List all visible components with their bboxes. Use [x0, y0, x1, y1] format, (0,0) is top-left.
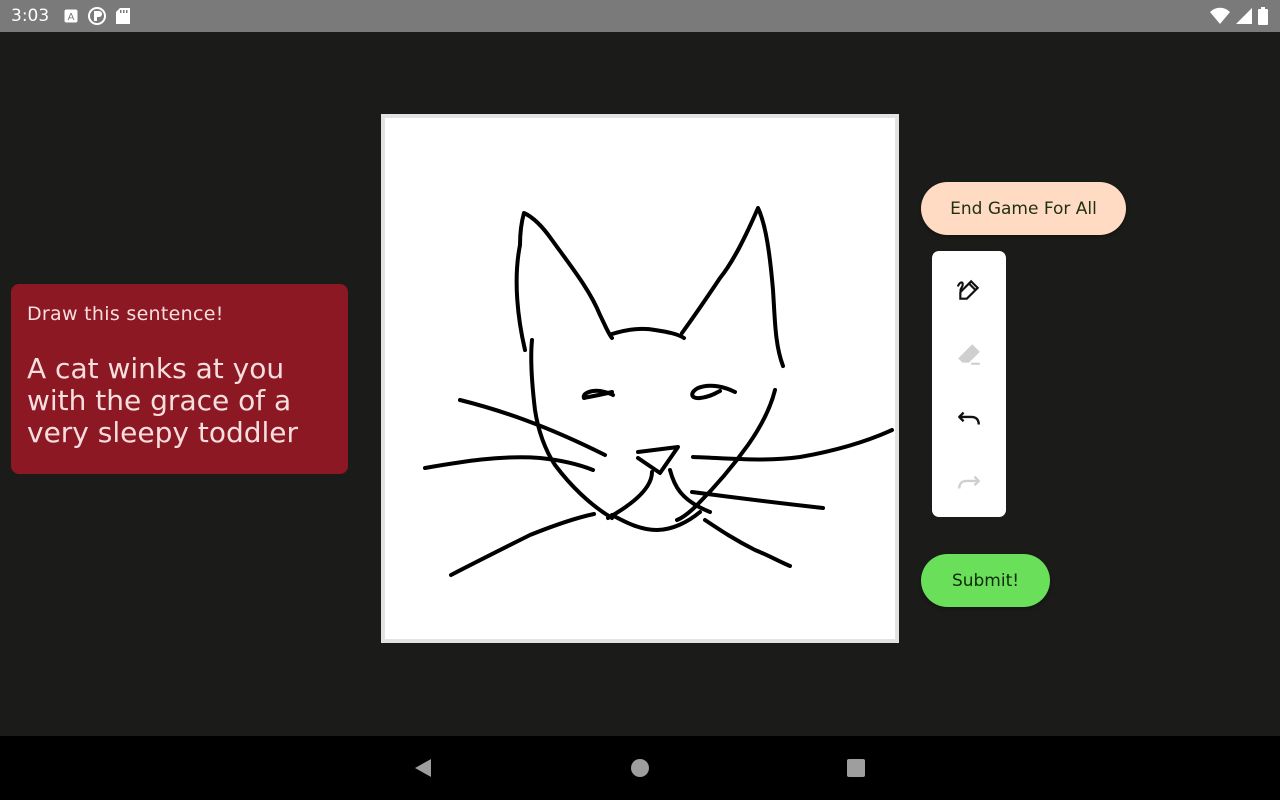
cell-signal-icon	[1236, 8, 1252, 24]
tool-panel	[932, 251, 1006, 517]
home-button[interactable]	[624, 752, 656, 784]
prompt-sentence: A cat winks at you with the grace of a v…	[27, 352, 299, 449]
sync-icon	[88, 7, 106, 25]
nav-bar	[0, 736, 1280, 800]
end-game-button[interactable]: End Game For All	[921, 182, 1126, 235]
status-icons-left: A	[64, 7, 130, 25]
pen-icon	[957, 279, 980, 300]
submit-button[interactable]: Submit!	[921, 554, 1050, 607]
undo-tool-button[interactable]	[944, 393, 994, 443]
wifi-icon	[1210, 7, 1230, 24]
recents-button[interactable]	[840, 752, 872, 784]
prompt-heading: Draw this sentence!	[27, 303, 224, 325]
redo-icon	[958, 475, 980, 489]
battery-icon	[1258, 7, 1268, 25]
a-icon: A	[64, 9, 78, 23]
canvas-frame	[381, 114, 899, 643]
back-button[interactable]	[407, 752, 439, 784]
drawing-canvas[interactable]	[385, 118, 895, 639]
prompt-card: Draw this sentence! A cat winks at you w…	[11, 284, 348, 474]
undo-icon	[958, 411, 980, 425]
status-bar: 3:03 A	[0, 0, 1280, 32]
pen-tool-button[interactable]	[944, 265, 994, 315]
redo-tool-button[interactable]	[944, 457, 994, 507]
eraser-icon	[958, 344, 980, 365]
status-time: 3:03	[11, 6, 50, 26]
svg-text:A: A	[68, 12, 75, 23]
home-icon	[631, 759, 649, 777]
eraser-tool-button[interactable]	[944, 329, 994, 379]
cat-drawing	[423, 206, 894, 577]
back-icon	[415, 759, 431, 777]
recents-icon	[847, 759, 865, 777]
sd-card-icon	[116, 8, 130, 24]
status-icons-right	[1210, 7, 1268, 25]
